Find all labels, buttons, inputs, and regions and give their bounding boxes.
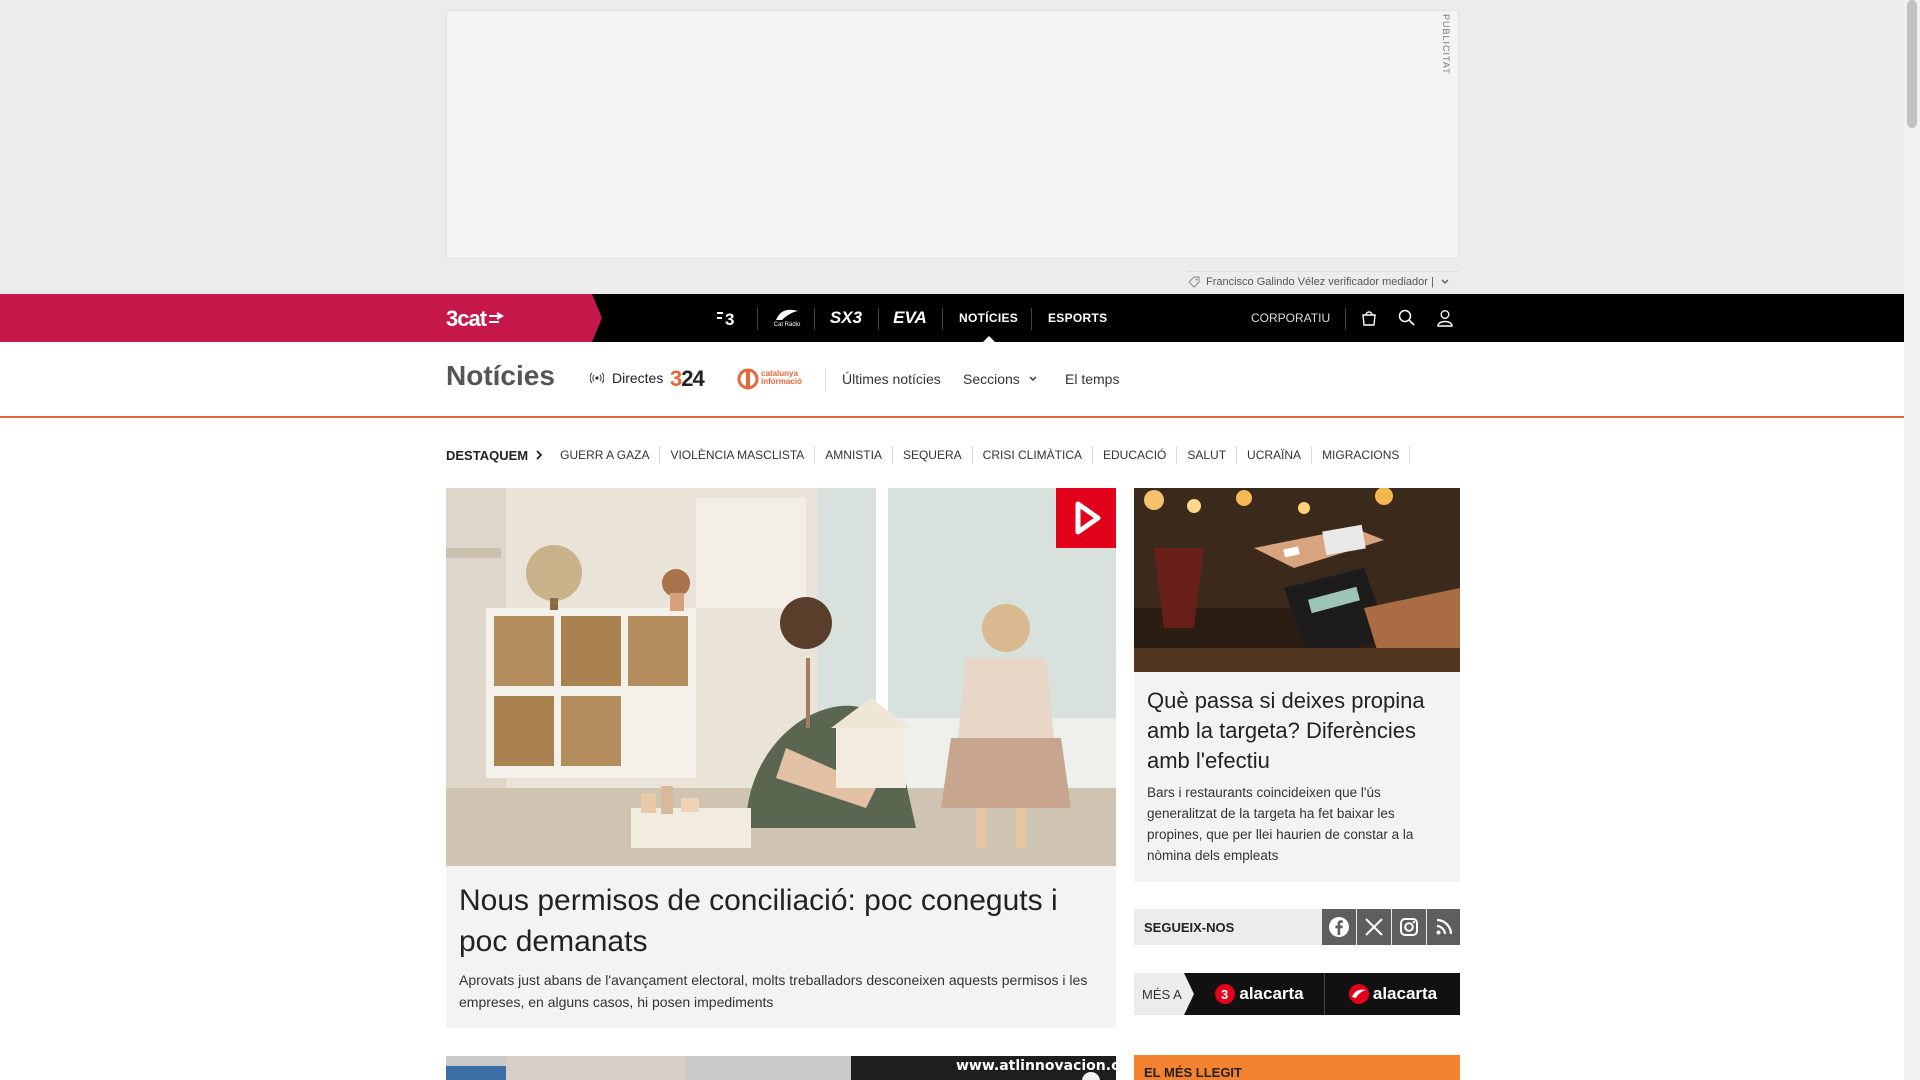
user-icon[interactable] — [1435, 308, 1455, 328]
channel-eva[interactable]: EVA — [890, 294, 930, 342]
catradio-logo-icon — [776, 309, 798, 320]
channel-catradio[interactable]: Cat Ràdio — [770, 294, 804, 342]
destaquem-item[interactable]: EDUCACIÓ — [1093, 446, 1178, 464]
ad-label: PUBLICITAT — [1441, 14, 1451, 75]
nav-noticies[interactable]: NOTÍCIES — [959, 294, 1018, 342]
play-icon — [1075, 501, 1101, 535]
main-article-card[interactable]: Nous permisos de conciliació: poc conegu… — [446, 866, 1116, 1028]
second-article-image[interactable]: www.atlinnovacion.com — [446, 1056, 1116, 1080]
separator — [878, 308, 879, 330]
chevron-right-icon — [536, 450, 543, 460]
ad-slot[interactable] — [446, 10, 1459, 259]
side-article-summary: Bars i restaurants coincideixen que l'ús… — [1147, 785, 1414, 863]
catradio-alacarta-link[interactable]: alacarta — [1325, 973, 1460, 1015]
mes-a-label: MÉS A — [1134, 973, 1194, 1015]
tv3-logo-icon: 3 — [1215, 984, 1236, 1004]
x-icon[interactable] — [1357, 909, 1391, 945]
alacarta-label: alacarta — [1372, 984, 1438, 1003]
chevron-down-icon — [1029, 376, 1037, 381]
nav-corporatiu[interactable]: CORPORATIU — [1251, 294, 1330, 342]
shopping-bag-icon[interactable] — [1359, 308, 1379, 328]
follow-us-label: SEGUEIX-NOS — [1144, 920, 1235, 935]
tv3-alacarta-link[interactable]: 3 alacarta — [1194, 973, 1324, 1015]
seccions-label: Seccions — [963, 371, 1020, 387]
side-article-image[interactable] — [1134, 488, 1460, 672]
side-article-title[interactable]: Què passa si deixes propina amb la targe… — [1147, 686, 1447, 776]
ad-sponsor-text: Francisco Galindo Vélez verificador medi… — [1206, 276, 1434, 288]
directes-link[interactable]: Directes — [590, 370, 663, 386]
catinfo-text: catalunya informació — [761, 369, 802, 386]
section-title[interactable]: Notícies — [446, 360, 555, 392]
catradio-label: Cat Ràdio — [773, 322, 801, 328]
separator — [1345, 308, 1346, 330]
destaquem-item[interactable]: AMNISTIA — [815, 446, 893, 464]
svg-text:3: 3 — [725, 310, 734, 328]
logo-324[interactable]: 332424 — [670, 366, 705, 392]
sx3-logo: SX3 — [829, 308, 863, 327]
mes-llegit-label: EL MÉS LLEGIT — [1144, 1065, 1242, 1080]
facebook-glyph — [1329, 917, 1349, 937]
section-header: Notícies Directes 332424 catalunya infor… — [0, 342, 1904, 418]
destaquem-bar: DESTAQUEM GUERR A GAZA VIOLÈNCIA MASCLIS… — [446, 446, 1411, 464]
catinfo-logo-icon — [737, 368, 759, 390]
catradio-logo-icon — [1348, 984, 1369, 1004]
brand-text: 3cat — [446, 306, 487, 331]
main-article-summary: Aprovats just abans de l'avançament elec… — [459, 972, 1088, 1010]
nav-esports[interactable]: ESPORTS — [1048, 294, 1107, 342]
x-glyph — [1365, 918, 1383, 936]
eva-logo: EVA — [893, 308, 927, 327]
destaquem-item[interactable]: SEQUERA — [893, 446, 973, 464]
channel-tv3[interactable]: 3 — [712, 294, 746, 342]
ad-sponsor-bar[interactable]: Francisco Galindo Vélez verificador medi… — [1188, 271, 1459, 292]
rss-icon[interactable] — [1427, 909, 1460, 945]
destaquem-title: DESTAQUEM — [446, 447, 529, 463]
tag-icon — [1188, 276, 1200, 288]
facebook-icon[interactable] — [1322, 909, 1356, 945]
alacarta-label: alacarta — [1239, 984, 1304, 1003]
instagram-glyph — [1400, 918, 1418, 936]
page-scrollbar-thumb[interactable] — [1907, 0, 1917, 128]
main-article-image[interactable] — [446, 488, 1116, 866]
destaquem-item[interactable]: VIOLÈNCIA MASCLISTA — [660, 446, 816, 464]
brand-block — [0, 294, 602, 342]
father-daughter-playing-photo — [446, 488, 1116, 866]
separator — [825, 368, 826, 392]
svg-text:3: 3 — [1221, 987, 1228, 1002]
link-el-temps[interactable]: El temps — [1065, 371, 1119, 387]
mes-a-alacarta-bar: MÉS A 3 alacarta alacarta — [1134, 973, 1460, 1015]
main-article-title[interactable]: Nous permisos de conciliació: poc conegu… — [459, 880, 1099, 962]
separator — [942, 308, 943, 330]
mes-llegit-header: EL MÉS LLEGIT — [1134, 1055, 1460, 1080]
directes-label: Directes — [612, 370, 664, 386]
instagram-icon[interactable] — [1392, 909, 1426, 945]
top-navigation: 3cat 3 Cat Ràdio SX3 EVA NOTÍCIES ESPORT… — [0, 294, 1904, 342]
live-broadcast-icon — [590, 372, 604, 384]
separator — [1031, 308, 1032, 330]
link-seccions[interactable]: Seccions — [963, 371, 1038, 387]
rss-glyph — [1436, 918, 1452, 935]
destaquem-item[interactable]: UCRAÏNA — [1237, 446, 1313, 464]
tv3-logo-icon: 3 — [717, 310, 734, 328]
chevron-down-icon[interactable] — [1440, 277, 1450, 287]
destaquem-item[interactable]: SALUT — [1177, 446, 1238, 464]
arrow-icon — [489, 312, 504, 323]
link-ultimes-noticies[interactable]: Últimes notícies — [842, 371, 941, 387]
separator — [814, 308, 815, 330]
page-scrollbar-track[interactable] — [1904, 0, 1920, 1080]
side-article-card[interactable]: Què passa si deixes propina amb la targe… — [1134, 672, 1460, 882]
play-video-button[interactable] — [1056, 488, 1116, 548]
page: PUBLICITAT Francisco Galindo Vélez verif… — [0, 0, 1904, 1080]
3cat-logo[interactable]: 3cat — [446, 306, 504, 332]
follow-us-bar: SEGUEIX-NOS — [1134, 909, 1460, 945]
card-payment-photo — [1134, 488, 1460, 672]
search-icon[interactable] — [1397, 308, 1417, 328]
destaquem-item[interactable]: MIGRACIONS — [1312, 446, 1411, 464]
separator — [757, 308, 758, 330]
destaquem-item[interactable]: CRISI CLIMÀTICA — [973, 446, 1094, 464]
destaquem-item[interactable]: GUERR A GAZA — [550, 446, 661, 464]
photo-watermark: www.atlinnovacion.com — [956, 1058, 1116, 1074]
channel-sx3[interactable]: SX3 — [826, 294, 866, 342]
